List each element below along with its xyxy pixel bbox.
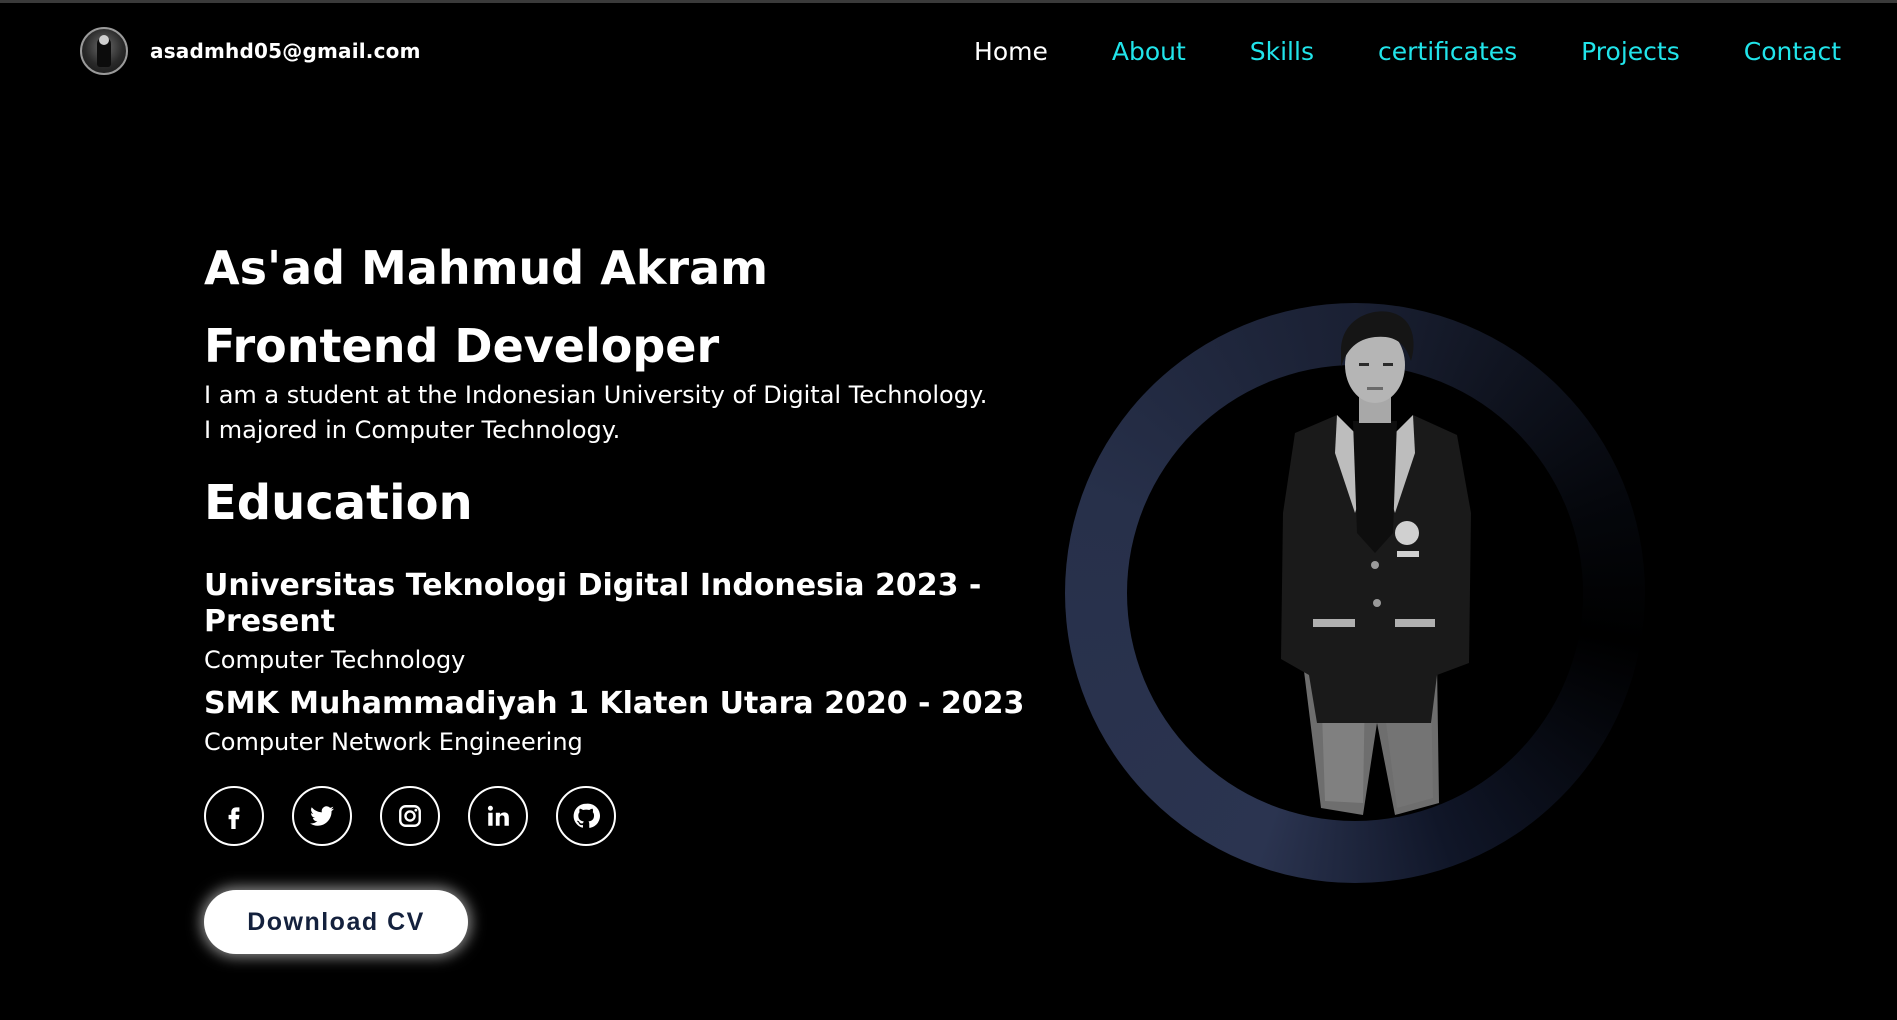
twitter-link[interactable] bbox=[292, 786, 352, 846]
hero-description: I am a student at the Indonesian Univers… bbox=[204, 378, 1084, 448]
twitter-icon bbox=[310, 806, 334, 826]
education-major: Computer Network Engineering bbox=[204, 728, 583, 756]
education-heading: Education bbox=[204, 475, 473, 531]
avatar bbox=[80, 27, 128, 75]
education-school: Universitas Teknologi Digital Indonesia … bbox=[204, 568, 982, 639]
hero-description-line2: I majored in Computer Technology. bbox=[204, 416, 621, 444]
brand[interactable]: asadmhd05@gmail.com bbox=[80, 27, 421, 75]
education-school: SMK Muhammadiyah 1 Klaten Utara 2020 - 2… bbox=[204, 686, 1025, 721]
nav-contact[interactable]: Contact bbox=[1744, 37, 1841, 66]
profile-photo bbox=[1281, 311, 1471, 815]
instagram-link[interactable] bbox=[380, 786, 440, 846]
portrait bbox=[1065, 303, 1645, 883]
hero-section: As'ad Mahmud Akram Frontend Developer I … bbox=[204, 240, 1084, 954]
download-cv-button[interactable]: Download CV bbox=[204, 890, 468, 954]
education-item: SMK Muhammadiyah 1 Klaten Utara 2020 - 2… bbox=[204, 686, 1084, 758]
education-major: Computer Technology bbox=[204, 646, 466, 674]
avatar-head bbox=[99, 35, 109, 45]
hero-role: Frontend Developer bbox=[204, 319, 720, 373]
hero-name: As'ad Mahmud Akram bbox=[204, 241, 769, 295]
education-item: Universitas Teknologi Digital Indonesia … bbox=[204, 568, 1084, 676]
nav-about[interactable]: About bbox=[1112, 37, 1186, 66]
linkedin-link[interactable] bbox=[468, 786, 528, 846]
github-icon bbox=[573, 803, 600, 828]
instagram-icon bbox=[399, 805, 421, 827]
github-link[interactable] bbox=[556, 786, 616, 846]
brand-email[interactable]: asadmhd05@gmail.com bbox=[150, 39, 421, 63]
nav-projects[interactable]: Projects bbox=[1581, 37, 1680, 66]
nav-home[interactable]: Home bbox=[974, 37, 1048, 66]
linkedin-icon bbox=[487, 805, 509, 826]
nav-certificates[interactable]: certificates bbox=[1378, 37, 1517, 66]
facebook-link[interactable] bbox=[204, 786, 264, 846]
hero-description-line1: I am a student at the Indonesian Univers… bbox=[204, 381, 988, 409]
social-links bbox=[204, 786, 1084, 846]
nav-skills[interactable]: Skills bbox=[1250, 37, 1314, 66]
education-list: Universitas Teknologi Digital Indonesia … bbox=[204, 568, 1084, 758]
navbar: asadmhd05@gmail.com Home About Skills ce… bbox=[0, 3, 1897, 103]
facebook-icon bbox=[228, 807, 240, 829]
nav-links: Home About Skills certificates Projects … bbox=[974, 37, 1841, 66]
